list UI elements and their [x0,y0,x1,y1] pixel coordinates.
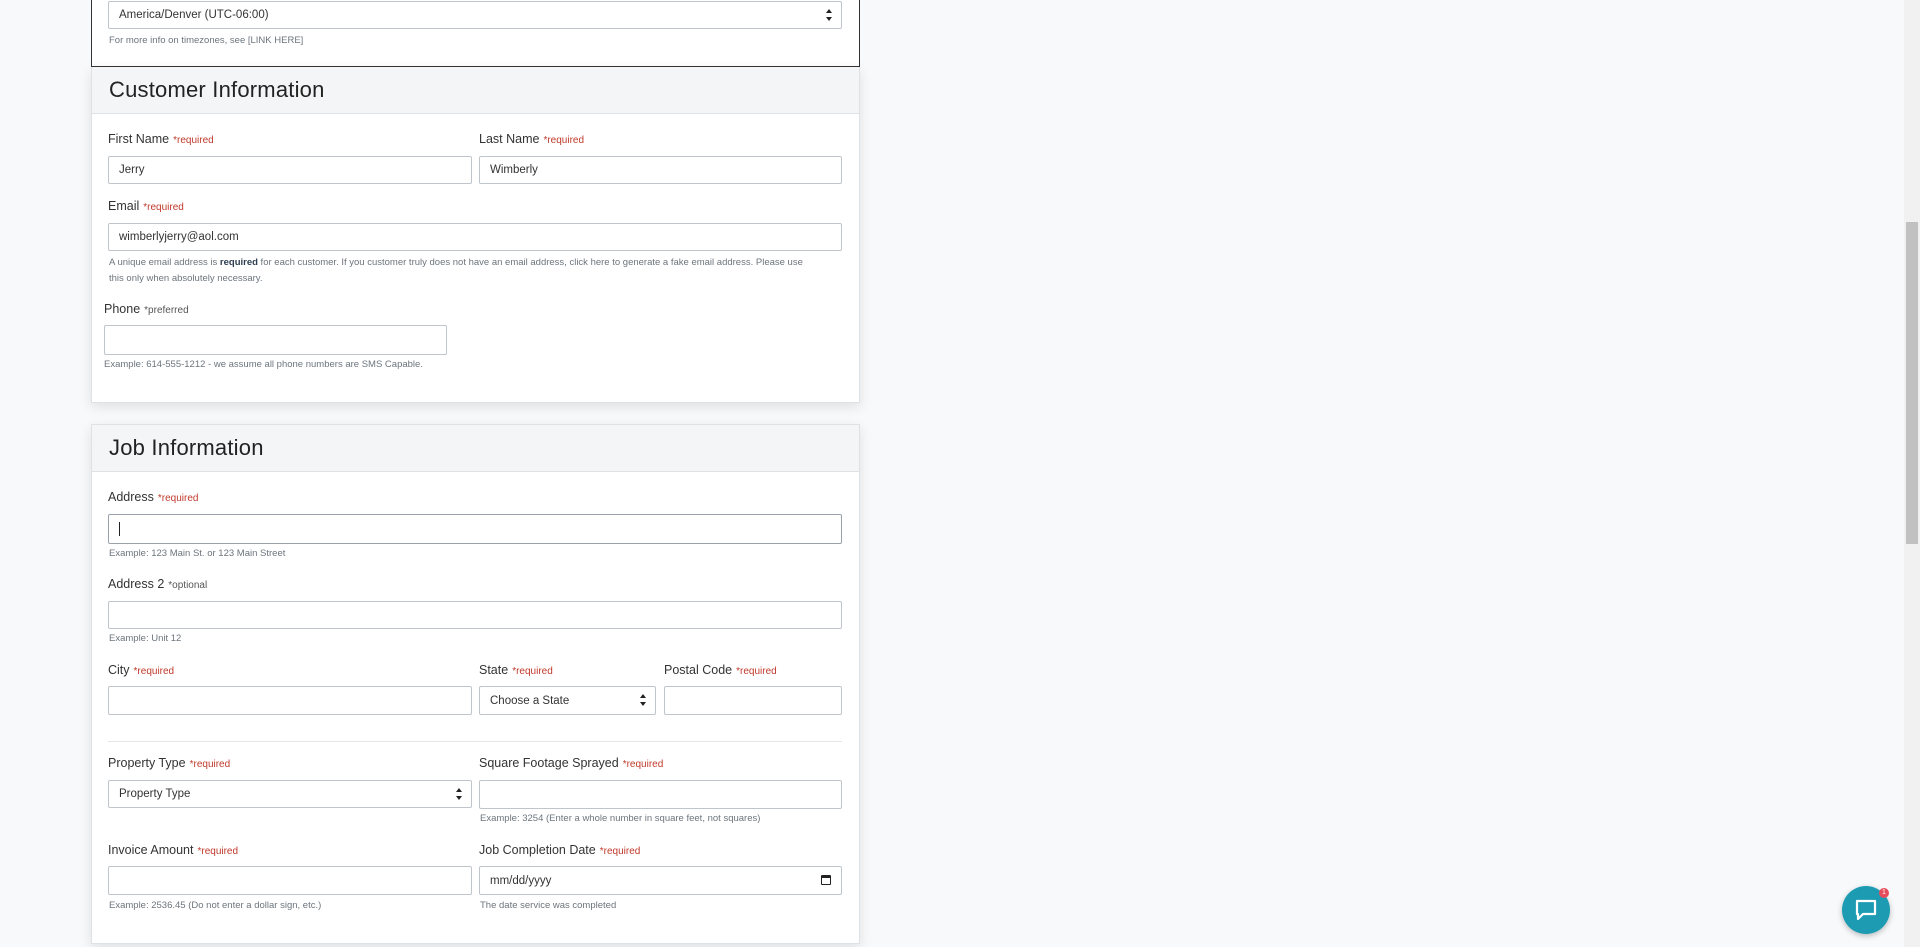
state-select[interactable]: Choose a State [479,686,656,715]
email-value: wimberlyjerry@aol.com [119,231,239,243]
postal-code-input[interactable] [664,686,842,715]
first-name-input[interactable]: Jerry [108,156,472,184]
address2-input[interactable] [108,601,842,629]
address2-label: Address 2 *optional [108,577,208,591]
preferred-tag: *preferred [144,305,189,316]
completion-date-input[interactable]: mm/dd/yyyy [479,866,842,895]
first-name-label: First Name *required [108,132,214,146]
completion-date-placeholder: mm/dd/yyyy [490,874,552,887]
city-label: City *required [108,663,175,677]
optional-tag: *optional [168,580,208,591]
required-tag: *required [143,202,184,213]
property-type-select[interactable]: Property Type [108,780,472,808]
phone-input[interactable] [104,325,447,355]
timezone-select[interactable]: America/Denver (UTC-06:00) [108,1,842,29]
completion-date-help: The date service was completed [480,900,617,911]
section-divider [108,741,842,742]
job-info-card: Job Information Address *required Example… [91,424,860,944]
customer-info-title: Customer Information [109,77,325,102]
select-arrows-icon [825,9,833,21]
required-tag: *required [197,846,239,857]
chat-bubble-icon [1855,899,1877,921]
required-tag: *required [157,493,199,504]
property-type-select-value: Property Type [119,788,191,800]
required-tag: *required [173,135,214,146]
customer-info-header: Customer Information [92,67,859,114]
last-name-input[interactable]: Wimberly [479,156,842,184]
timezone-select-value: America/Denver (UTC-06:00) [119,9,269,21]
phone-help: Example: 614-555-1212 - we assume all ph… [104,359,423,370]
required-tag: *required [599,846,641,857]
required-tag: *required [736,666,777,677]
scrollbar-thumb[interactable] [1906,222,1918,544]
first-name-value: Jerry [119,164,145,176]
customer-info-card: Customer Information First Name *required… [91,67,860,403]
phone-label: Phone *preferred [104,302,189,316]
calendar-icon[interactable] [821,875,831,885]
timezone-card: America/Denver (UTC-06:00) For more info… [91,0,860,67]
invoice-amount-input[interactable] [108,866,472,895]
completion-date-label: Job Completion Date *required [479,843,641,857]
chat-notification-badge: 1 [1879,888,1889,898]
state-label: State *required [479,663,553,677]
sqft-input[interactable] [479,780,842,809]
required-tag: *required [133,666,175,677]
address-label: Address *required [108,490,199,504]
required-tag: *required [543,135,585,146]
sqft-help: Example: 3254 (Enter a whole number in s… [480,813,761,824]
address-help: Example: 123 Main St. or 123 Main Street [109,548,286,559]
property-type-label: Property Type *required [108,756,231,770]
select-arrows-icon [639,694,647,706]
invoice-help: Example: 2536.45 (Do not enter a dollar … [109,900,322,911]
city-input[interactable] [108,686,472,715]
page: America/Denver (UTC-06:00) For more info… [0,0,1920,947]
required-tag: *required [622,759,664,770]
required-tag: *required [189,759,231,770]
select-arrows-icon [455,788,463,800]
state-select-value: Choose a State [490,694,570,707]
address2-help: Example: Unit 12 [109,633,182,644]
postal-code-label: Postal Code *required [664,663,777,677]
job-info-title: Job Information [109,435,264,460]
timezone-help: For more info on timezones, see [LINK HE… [109,35,304,46]
last-name-value: Wimberly [490,164,538,176]
scrollbar-track[interactable] [1904,0,1920,947]
invoice-amount-label: Invoice Amount *required [108,843,239,857]
required-tag: *required [512,666,553,677]
sqft-label: Square Footage Sprayed *required [479,756,664,770]
address-input[interactable] [108,514,842,544]
email-help: A unique email address is required for e… [109,257,803,284]
last-name-label: Last Name *required [479,132,585,146]
text-cursor [119,522,120,536]
job-info-header: Job Information [92,425,859,472]
email-label: Email *required [108,199,184,213]
email-input[interactable]: wimberlyjerry@aol.com [108,223,842,251]
